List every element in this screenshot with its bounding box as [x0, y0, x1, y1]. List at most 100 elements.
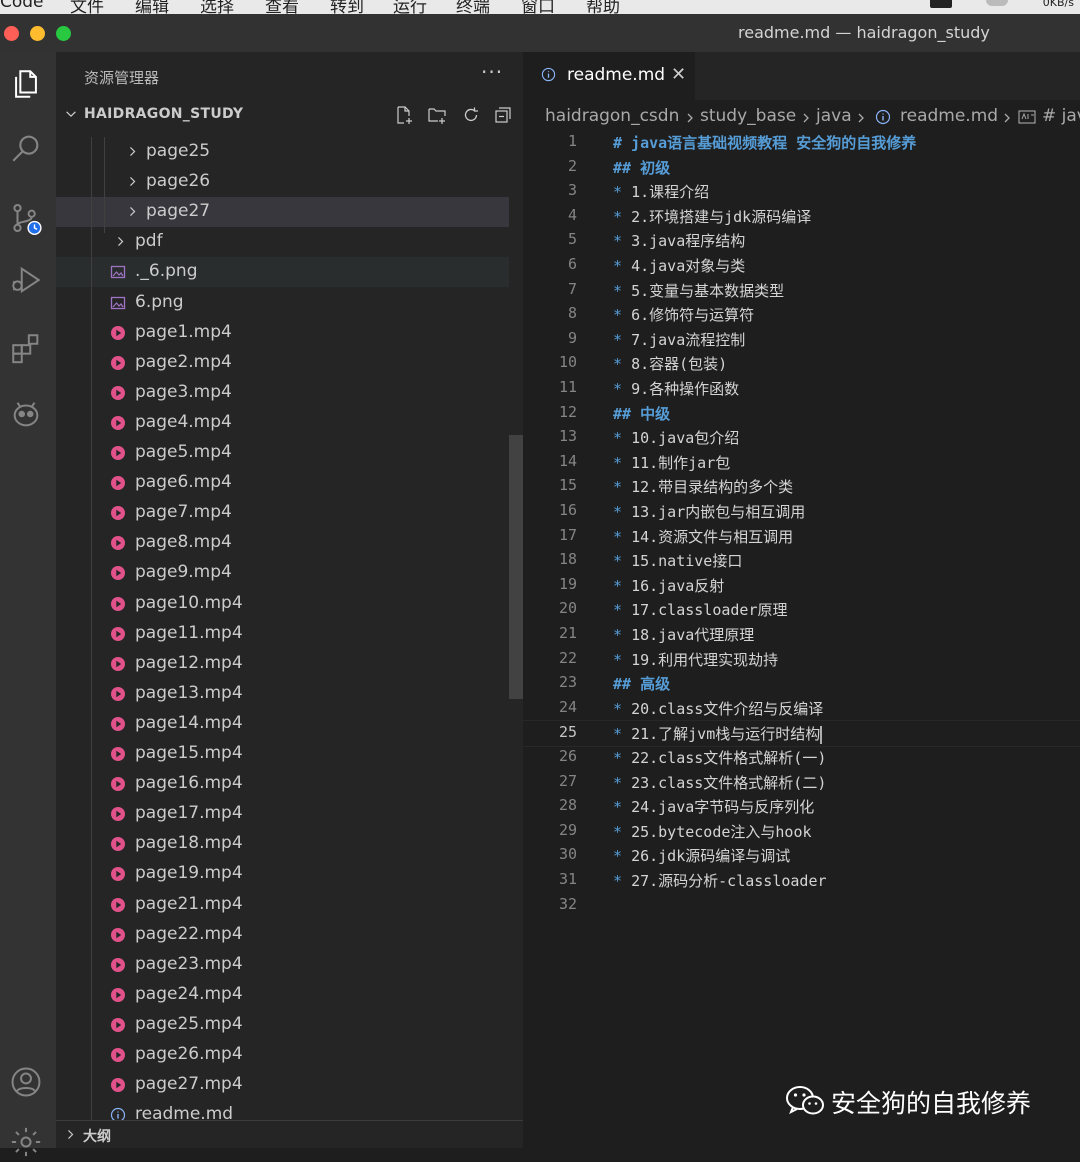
tree-file-item[interactable]: page26.mp4	[56, 1040, 509, 1070]
tree-file-item[interactable]: page14.mp4	[56, 709, 509, 739]
new-folder-icon[interactable]	[425, 104, 449, 126]
new-file-icon[interactable]	[392, 104, 416, 126]
code-line[interactable]: 7 * 5.变量与基本数据类型	[523, 278, 1080, 303]
menu-item[interactable]: 运行	[393, 0, 427, 14]
breadcrumb-item[interactable]: study_base	[700, 106, 796, 126]
tree-file-item[interactable]: page5.mp4	[56, 438, 509, 468]
tree-file-item[interactable]: page13.mp4	[56, 679, 509, 709]
code-line[interactable]: 12 ## 中级	[523, 401, 1080, 426]
tree-folder-item[interactable]: page26	[56, 167, 509, 197]
tree-folder-item[interactable]: page25	[56, 137, 509, 167]
menu-item[interactable]: 转到	[330, 0, 364, 14]
code-line[interactable]: 5 * 3.java程序结构	[523, 228, 1080, 253]
tree-file-item[interactable]: page1.mp4	[56, 318, 509, 348]
alien-icon[interactable]	[6, 394, 46, 434]
tab-readme[interactable]: readme.md ✕	[523, 52, 695, 100]
code-line[interactable]: 29 * 25.bytecode注入与hook	[523, 819, 1080, 844]
cloud-icon[interactable]	[986, 0, 1008, 6]
tree-file-item[interactable]: page9.mp4	[56, 558, 509, 588]
code-line[interactable]: 8 * 6.修饰符与运算符	[523, 302, 1080, 327]
code-line[interactable]: 20 * 17.classloader原理	[523, 597, 1080, 622]
tree-folder-item[interactable]: pdf	[56, 227, 509, 257]
breadcrumb-item[interactable]: readme.md	[900, 106, 998, 126]
tree-file-item[interactable]: page15.mp4	[56, 739, 509, 769]
code-line[interactable]: 19 * 16.java反射	[523, 573, 1080, 598]
code-line[interactable]: 23 ## 高级	[523, 671, 1080, 696]
code-line[interactable]: 10 * 8.容器(包装)	[523, 351, 1080, 376]
code-line[interactable]: 6 * 4.java对象与类	[523, 253, 1080, 278]
menu-item[interactable]: 选择	[200, 0, 234, 14]
code-line[interactable]: 21 * 18.java代理原理	[523, 622, 1080, 647]
code-line[interactable]: 13 * 10.java包介绍	[523, 425, 1080, 450]
tree-file-item[interactable]: ._6.png	[56, 257, 509, 288]
run-debug-icon[interactable]	[6, 260, 46, 300]
code-line[interactable]: 15 * 12.带目录结构的多个类	[523, 474, 1080, 499]
tree-file-item[interactable]: page16.mp4	[56, 769, 509, 799]
code-line[interactable]: 26 * 22.class文件格式解析(一)	[523, 745, 1080, 770]
tree-folder-item[interactable]: page27	[56, 197, 509, 228]
outline-section-header[interactable]: 大纲	[56, 1120, 523, 1148]
tree-file-item[interactable]: page22.mp4	[56, 920, 509, 950]
account-icon[interactable]	[6, 1062, 46, 1102]
tree-file-item[interactable]: page2.mp4	[56, 348, 509, 378]
tree-file-item[interactable]: page27.mp4	[56, 1070, 509, 1100]
menu-item[interactable]: 窗口	[521, 0, 555, 14]
tree-file-item[interactable]: page19.mp4	[56, 859, 509, 889]
menu-item[interactable]: 终端	[456, 0, 490, 14]
tree-file-item[interactable]: 6.png	[56, 288, 509, 318]
breadcrumb-item[interactable]: haidragon_csdn	[545, 106, 679, 126]
tree-file-item[interactable]: page7.mp4	[56, 498, 509, 528]
breadcrumb-item[interactable]: java	[816, 106, 852, 126]
menu-item[interactable]: 编辑	[135, 0, 169, 14]
code-line[interactable]: 32	[523, 893, 1080, 918]
sidebar-scrollbar[interactable]	[509, 435, 523, 699]
tree-file-item[interactable]: page18.mp4	[56, 829, 509, 859]
tree-file-item[interactable]: page12.mp4	[56, 649, 509, 679]
close-tab-button[interactable]: ✕	[671, 64, 686, 85]
workspace-folder-header[interactable]: HAIDRAGON_STUDY	[56, 100, 523, 130]
tree-file-item[interactable]: page24.mp4	[56, 980, 509, 1010]
code-line[interactable]: 22 * 19.利用代理实现劫持	[523, 647, 1080, 672]
code-line[interactable]: 2 ## 初级	[523, 155, 1080, 180]
menu-item[interactable]: 查看	[265, 0, 299, 14]
tree-file-item[interactable]: page4.mp4	[56, 408, 509, 438]
code-line[interactable]: 1 # java语言基础视频教程 安全狗的自我修养	[523, 130, 1080, 155]
tree-file-item[interactable]: page3.mp4	[56, 378, 509, 408]
search-icon[interactable]	[6, 128, 46, 168]
code-line[interactable]: 24 * 20.class文件介绍与反编译	[523, 696, 1080, 721]
code-line[interactable]: 11 * 9.各种操作函数	[523, 376, 1080, 401]
minimize-window-button[interactable]	[30, 26, 45, 41]
word-icon[interactable]	[930, 0, 952, 8]
code-line[interactable]: 27 * 23.class文件格式解析(二)	[523, 770, 1080, 795]
refresh-icon[interactable]	[459, 104, 483, 126]
code-line[interactable]: 14 * 11.制作jar包	[523, 450, 1080, 475]
code-line[interactable]: 18 * 15.native接口	[523, 548, 1080, 573]
code-line[interactable]: 3 * 1.课程介绍	[523, 179, 1080, 204]
gear-icon[interactable]	[6, 1122, 46, 1162]
menu-item[interactable]: Code	[0, 0, 44, 12]
collapse-all-icon[interactable]	[491, 104, 515, 126]
menu-item[interactable]: 帮助	[586, 0, 620, 14]
breadcrumb-item[interactable]: # java	[1042, 106, 1080, 126]
tree-file-item[interactable]: page8.mp4	[56, 528, 509, 558]
tree-file-item[interactable]: page23.mp4	[56, 950, 509, 980]
zoom-window-button[interactable]	[56, 26, 71, 41]
explorer-icon[interactable]	[6, 64, 46, 104]
code-line[interactable]: 16 * 13.jar内嵌包与相互调用	[523, 499, 1080, 524]
tree-file-item[interactable]: page21.mp4	[56, 890, 509, 920]
tree-file-item[interactable]: page17.mp4	[56, 799, 509, 829]
code-line[interactable]: 4 * 2.环境搭建与jdk源码编译	[523, 204, 1080, 229]
code-line[interactable]: 31 * 27.源码分析-classloader	[523, 868, 1080, 893]
code-line[interactable]: 28 * 24.java字节码与反序列化	[523, 794, 1080, 819]
tree-file-item[interactable]: page6.mp4	[56, 468, 509, 498]
close-window-button[interactable]	[4, 26, 19, 41]
code-line[interactable]: 9 * 7.java流程控制	[523, 327, 1080, 352]
tree-file-item[interactable]: page25.mp4	[56, 1010, 509, 1040]
code-line[interactable]: 30 * 26.jdk源码编译与调试	[523, 843, 1080, 868]
tree-file-item[interactable]: page10.mp4	[56, 589, 509, 619]
code-line[interactable]: 25 * 21.了解jvm栈与运行时结构	[523, 720, 1080, 747]
source-control-icon[interactable]	[6, 198, 46, 238]
tree-file-item[interactable]: page11.mp4	[56, 619, 509, 649]
extensions-icon[interactable]	[6, 328, 46, 368]
menu-item[interactable]: 文件	[70, 0, 104, 14]
